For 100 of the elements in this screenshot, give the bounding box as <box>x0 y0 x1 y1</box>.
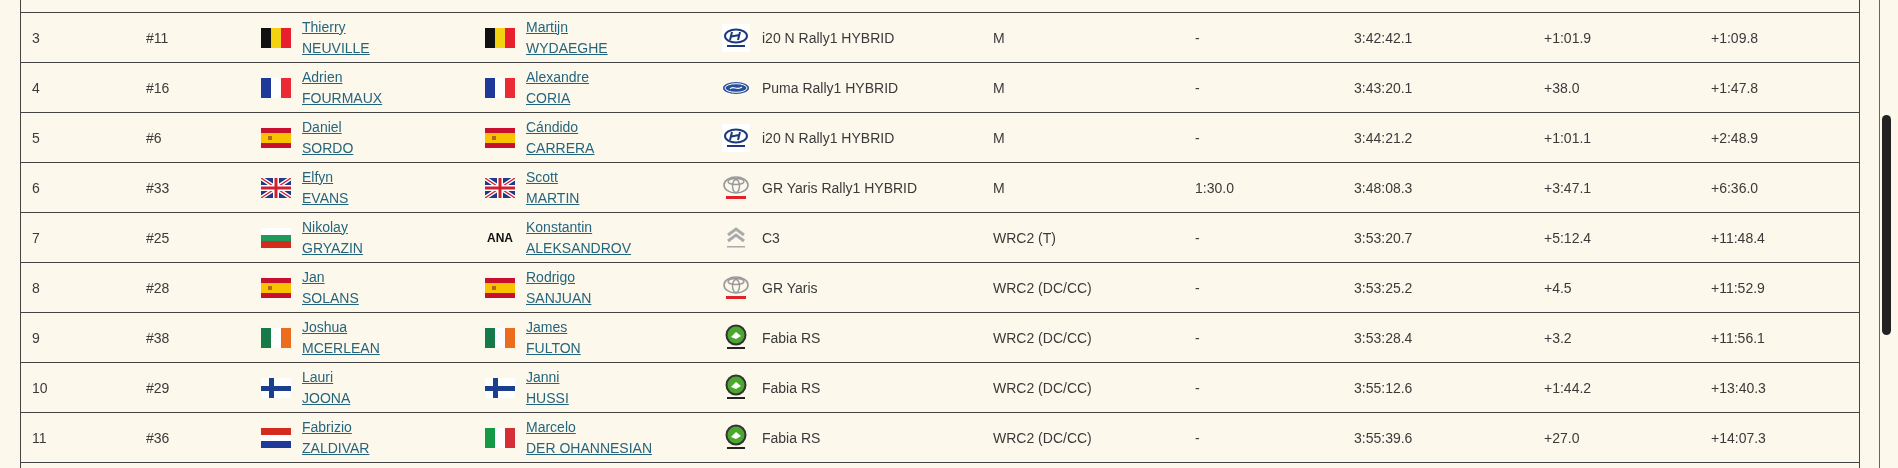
first-name-link[interactable]: Adrien <box>302 66 343 88</box>
car-number: #38 <box>146 329 170 346</box>
first-name-link[interactable]: Rodrigo <box>526 266 576 288</box>
last-name-link[interactable]: MARTIN <box>526 187 580 209</box>
last-name-link[interactable]: ALEKSANDROV <box>526 237 632 259</box>
car-number: #36 <box>146 429 170 446</box>
gap-text: +1:01.1 <box>1544 129 1592 146</box>
scrollbar-thumb[interactable] <box>1882 115 1891 335</box>
car-number: #25 <box>146 229 170 246</box>
position-text: 11 <box>32 429 47 446</box>
last-name-link[interactable]: MCERLEAN <box>302 337 380 359</box>
first-name-link[interactable]: Cándido <box>526 116 579 138</box>
time-text: 3:43:20.1 <box>1354 79 1413 96</box>
class-text: M <box>993 179 1005 196</box>
first-name-link[interactable]: Janni <box>526 366 560 388</box>
first-name-link[interactable]: Scott <box>526 166 558 188</box>
car-model: i20 N Rally1 HYBRID <box>762 29 895 46</box>
gap-text: +1:01.9 <box>1544 29 1592 46</box>
position-text: 8 <box>32 279 40 296</box>
first-name-link[interactable]: Joshua <box>302 316 348 338</box>
time-text: 3:53:25.2 <box>1354 279 1413 296</box>
last-name-link[interactable]: SANJUAN <box>526 287 592 309</box>
first-name-link[interactable]: Daniel <box>302 116 342 138</box>
car-model: Fabia RS <box>762 329 821 346</box>
position-text: 9 <box>32 329 40 346</box>
gap-text: +2:48.9 <box>1711 129 1759 146</box>
gap-text: +11:56.1 <box>1711 329 1765 346</box>
first-name-link[interactable]: Lauri <box>302 366 334 388</box>
time-text: 3:44:21.2 <box>1354 129 1413 146</box>
car-number: #16 <box>146 79 170 96</box>
last-name-link[interactable]: CORIA <box>526 87 571 109</box>
flag-icon <box>485 277 515 298</box>
time-text: 3:42:42.1 <box>1354 29 1413 46</box>
last-name-link[interactable]: HUSSI <box>526 387 569 409</box>
last-name-link[interactable]: ZALDIVAR <box>302 437 370 459</box>
logo-icon <box>722 173 750 202</box>
last-name-link[interactable]: JOONA <box>302 387 351 409</box>
first-name-link[interactable]: Konstantin <box>526 216 593 238</box>
penalty-text: 1:30.0 <box>1195 179 1234 196</box>
flag-icon <box>261 227 291 248</box>
gap-text: +27.0 <box>1544 429 1580 446</box>
country-code: ANA <box>487 230 513 245</box>
last-name-link[interactable]: SOLANS <box>302 287 359 309</box>
penalty-text: - <box>1195 79 1200 96</box>
penalty-text: - <box>1195 129 1200 146</box>
class-text: M <box>993 129 1005 146</box>
first-name-link[interactable]: Marcelo <box>526 416 576 438</box>
penalty-text: - <box>1195 29 1200 46</box>
last-name-link[interactable]: NEUVILLE <box>302 37 370 59</box>
time-text: 3:55:12.6 <box>1354 379 1413 396</box>
last-name-link[interactable]: SORDO <box>302 137 354 159</box>
logo-icon <box>722 23 750 52</box>
first-name-link[interactable]: James <box>526 316 568 338</box>
first-name-link[interactable]: Jan <box>302 266 325 288</box>
class-text: WRC2 (DC/CC) <box>993 429 1092 446</box>
class-text: WRC2 (DC/CC) <box>993 279 1092 296</box>
penalty-text: - <box>1195 229 1200 246</box>
first-name-link[interactable]: Martijn <box>526 16 568 38</box>
flag-icon <box>261 127 291 148</box>
gap-text: +38.0 <box>1544 79 1580 96</box>
flag-icon <box>261 327 291 348</box>
penalty-text: - <box>1195 279 1200 296</box>
first-name-link[interactable]: Fabrizio <box>302 416 352 438</box>
last-name-link[interactable]: WYDAEGHE <box>526 37 608 59</box>
time-text: 3:48:08.3 <box>1354 179 1413 196</box>
gap-text: +13:40.3 <box>1711 379 1766 396</box>
flag-icon <box>261 27 291 48</box>
logo-icon <box>722 123 750 152</box>
last-name-link[interactable]: EVANS <box>302 187 349 209</box>
time-text: 3:55:39.6 <box>1354 429 1413 446</box>
class-text: M <box>993 79 1005 96</box>
gap-text: +11:52.9 <box>1711 279 1765 296</box>
car-number: #6 <box>146 129 162 146</box>
flag-icon <box>485 427 515 448</box>
first-name-link[interactable]: Alexandre <box>526 66 590 88</box>
first-name-link[interactable]: Nikolay <box>302 216 348 238</box>
penalty-text: - <box>1195 329 1200 346</box>
flag-icon <box>485 377 515 398</box>
first-name-link[interactable]: Elfyn <box>302 166 334 188</box>
last-name-link[interactable]: FULTON <box>526 337 581 359</box>
first-name-link[interactable]: Thierry <box>302 16 346 38</box>
last-name-link[interactable]: CARRERA <box>526 137 595 159</box>
penalty-text: - <box>1195 379 1200 396</box>
last-name-link[interactable]: GRYAZIN <box>302 237 363 259</box>
last-name-link[interactable]: DER OHANNESIAN <box>526 437 653 459</box>
time-text: 3:53:28.4 <box>1354 329 1413 346</box>
flag-icon <box>261 277 291 298</box>
flag-icon <box>261 177 291 198</box>
gap-text: +6:36.0 <box>1711 179 1759 196</box>
gap-text: +3:47.1 <box>1544 179 1592 196</box>
flag-icon <box>485 177 515 198</box>
class-text: WRC2 (DC/CC) <box>993 329 1092 346</box>
gap-text: +4.5 <box>1544 279 1572 296</box>
car-model: Fabia RS <box>762 379 821 396</box>
position-text: 3 <box>32 29 40 46</box>
car-model: GR Yaris <box>762 279 818 296</box>
class-text: WRC2 (DC/CC) <box>993 379 1092 396</box>
last-name-link[interactable]: FOURMAUX <box>302 87 383 109</box>
logo-icon <box>722 273 750 302</box>
position-text: 5 <box>32 129 40 146</box>
